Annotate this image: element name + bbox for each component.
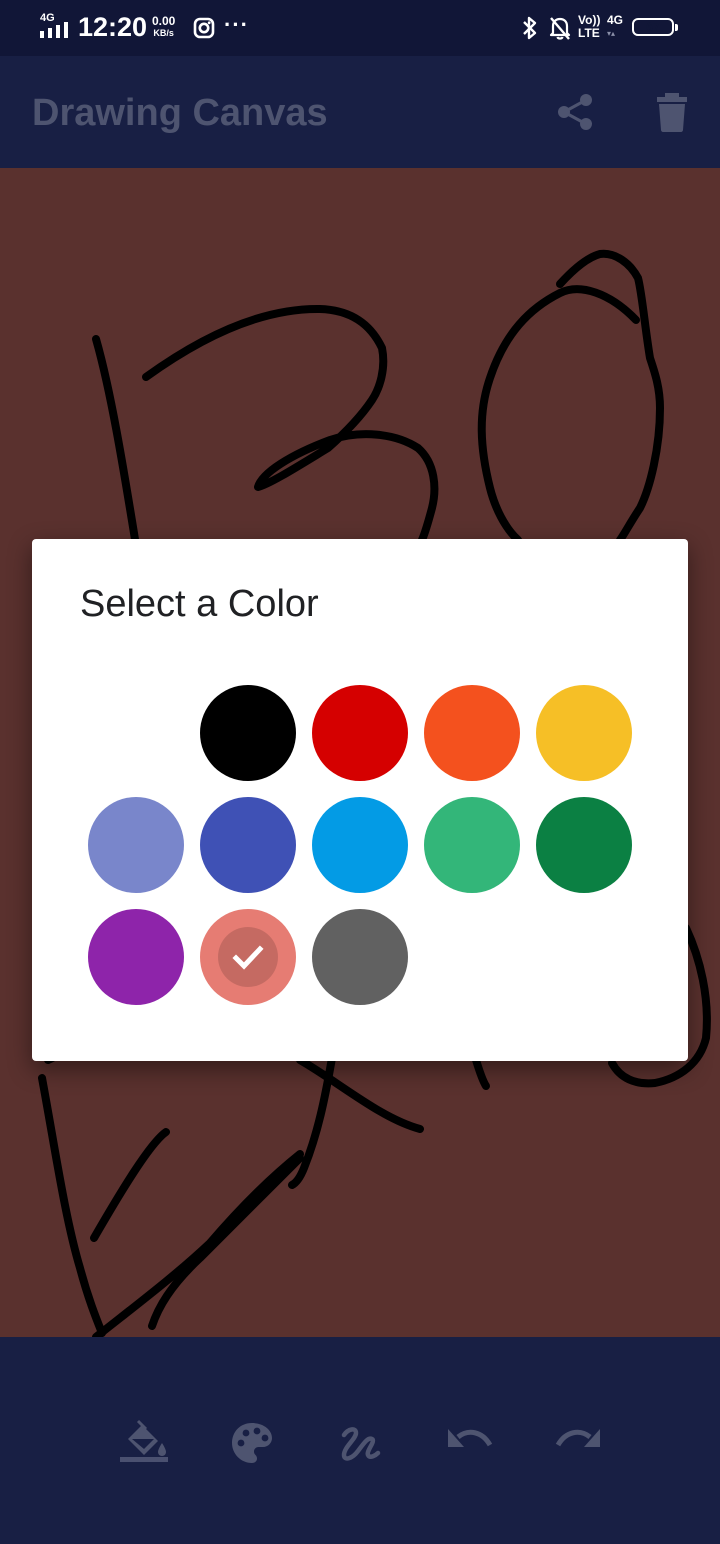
data-speed-unit: KB/s: [153, 28, 174, 38]
instagram-icon: [193, 17, 215, 44]
app-bar: Drawing Canvas: [0, 56, 720, 168]
battery-percent: 67: [646, 20, 660, 34]
undo-icon[interactable]: [442, 1417, 498, 1473]
data-speed: 0.00 KB/s: [152, 15, 175, 39]
dialog-title: Select a Color: [80, 583, 319, 625]
color-swatch[interactable]: [312, 909, 408, 1005]
data-speed-value: 0.00: [152, 14, 176, 28]
check-icon: [218, 927, 278, 987]
page-title: Drawing Canvas: [32, 92, 328, 134]
color-swatch[interactable]: [536, 797, 632, 893]
signal-icon: 4G: [40, 12, 72, 40]
color-swatch[interactable]: [88, 909, 184, 1005]
more-notifications-icon: ···: [224, 12, 249, 37]
palette-icon[interactable]: [226, 1417, 282, 1473]
color-swatch[interactable]: [200, 685, 296, 781]
battery-icon: 67: [632, 18, 678, 36]
color-picker-dialog: Select a Color: [32, 539, 688, 1061]
trash-icon[interactable]: [654, 92, 690, 132]
color-swatch[interactable]: [200, 909, 296, 1005]
brush-stroke-icon[interactable]: [334, 1417, 390, 1473]
status-bar: 4G 12:20 0.00 KB/s ··· Vo)) LTE 4G ▾▴ 67: [0, 0, 720, 56]
color-swatch[interactable]: [88, 797, 184, 893]
share-icon[interactable]: [555, 92, 595, 132]
fill-bucket-icon[interactable]: [118, 1417, 174, 1473]
notifications-off-icon: [548, 15, 572, 46]
active-tool-indicator: [120, 1457, 168, 1462]
color-swatch[interactable]: [200, 797, 296, 893]
status-time: 12:20: [78, 12, 148, 42]
bluetooth-icon: [520, 15, 540, 46]
redo-icon[interactable]: [550, 1417, 606, 1473]
color-swatch[interactable]: [424, 685, 520, 781]
mobile-data-indicator: 4G ▾▴: [607, 13, 624, 39]
color-swatch[interactable]: [312, 685, 408, 781]
mobile-data-label: 4G: [607, 13, 624, 27]
bottom-toolbar: [0, 1337, 720, 1544]
color-swatch[interactable]: [88, 685, 184, 781]
color-swatch[interactable]: [536, 685, 632, 781]
volte-indicator: Vo)) LTE: [578, 14, 600, 40]
volte-bottom-label: LTE: [578, 26, 600, 40]
color-swatch[interactable]: [312, 797, 408, 893]
color-swatch[interactable]: [424, 797, 520, 893]
